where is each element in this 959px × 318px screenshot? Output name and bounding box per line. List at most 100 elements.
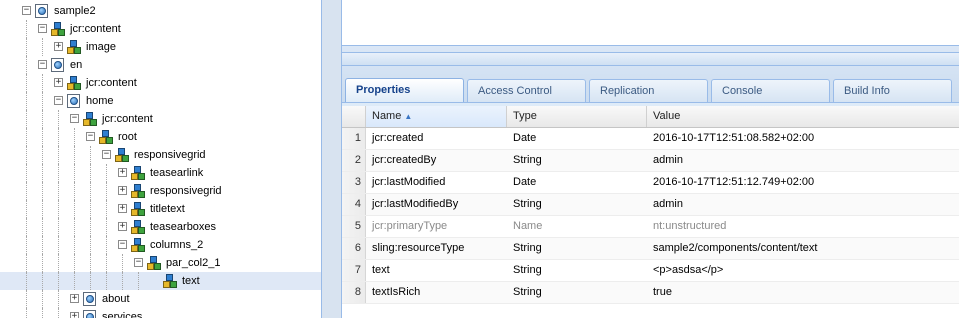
tree-node-row[interactable]: + teasearlink: [0, 164, 321, 182]
tree-node-row[interactable]: + jcr:content: [0, 74, 321, 92]
cell-value[interactable]: <p>asdsa</p>: [647, 260, 959, 281]
cell-name[interactable]: jcr:primaryType: [366, 216, 507, 237]
tree-node-label[interactable]: par_col2_1: [166, 257, 220, 269]
tree-node-label[interactable]: text: [182, 275, 200, 287]
table-row[interactable]: 7 text String <p>asdsa</p>: [342, 260, 959, 282]
cell-name[interactable]: jcr:createdBy: [366, 150, 507, 171]
cell-type[interactable]: String: [507, 260, 647, 281]
collapse-toggle-icon[interactable]: −: [22, 6, 31, 15]
collapse-toggle-icon[interactable]: −: [134, 258, 143, 267]
collapse-toggle-icon[interactable]: −: [54, 96, 63, 105]
tree-guide-line: [58, 164, 60, 182]
tree-node-label[interactable]: responsivegrid: [134, 149, 206, 161]
tree-node-label[interactable]: jcr:content: [86, 77, 137, 89]
tree-node-label[interactable]: jcr:content: [102, 113, 153, 125]
table-row[interactable]: 4 jcr:lastModifiedBy String admin: [342, 194, 959, 216]
table-row[interactable]: 6 sling:resourceType String sample2/compone…: [342, 238, 959, 260]
expand-toggle-icon[interactable]: +: [70, 312, 79, 318]
tree-node-row[interactable]: − par_col2_1: [0, 254, 321, 272]
cell-value[interactable]: true: [647, 282, 959, 303]
tab-replication[interactable]: Replication: [589, 79, 708, 102]
cell-value[interactable]: admin: [647, 150, 959, 171]
tree-node-label[interactable]: image: [86, 41, 116, 53]
tree-node-label[interactable]: titletext: [150, 203, 185, 215]
cell-name[interactable]: textIsRich: [366, 282, 507, 303]
tree-guide-line: [26, 236, 28, 254]
cell-name[interactable]: jcr:lastModified: [366, 172, 507, 193]
collapse-toggle-icon[interactable]: −: [70, 114, 79, 123]
tree-node-row[interactable]: − sample2: [0, 2, 321, 20]
tab-console[interactable]: Console: [711, 79, 830, 102]
tree-node-label[interactable]: teasearlink: [150, 167, 203, 179]
tree-node-row[interactable]: + image: [0, 38, 321, 56]
cell-name[interactable]: text: [366, 260, 507, 281]
expand-toggle-icon[interactable]: +: [54, 78, 63, 87]
tree-guide-line: [42, 110, 44, 128]
collapse-toggle-icon[interactable]: −: [102, 150, 111, 159]
table-row[interactable]: 3 jcr:lastModified Date 2016-10-17T12:51:12…: [342, 172, 959, 194]
tree-node-row[interactable]: + teasearboxes: [0, 218, 321, 236]
cell-name[interactable]: jcr:lastModifiedBy: [366, 194, 507, 215]
expand-toggle-icon[interactable]: +: [118, 204, 127, 213]
column-header-type[interactable]: Type: [507, 106, 647, 127]
collapse-toggle-icon[interactable]: −: [38, 60, 47, 69]
tab-build-info[interactable]: Build Info: [833, 79, 952, 102]
tree-node-label[interactable]: responsivegrid: [150, 185, 222, 197]
tree-node-label[interactable]: about: [102, 293, 130, 305]
tree-node-label[interactable]: jcr:content: [70, 23, 121, 35]
tree-node-row[interactable]: text: [0, 272, 321, 290]
expand-toggle-icon[interactable]: +: [118, 222, 127, 231]
tree-node-label[interactable]: en: [70, 59, 82, 71]
tree-node-row[interactable]: − home: [0, 92, 321, 110]
table-row[interactable]: 1 jcr:created Date 2016-10-17T12:51:08.582+…: [342, 128, 959, 150]
tree-node-row[interactable]: − responsivegrid: [0, 146, 321, 164]
cell-type[interactable]: String: [507, 194, 647, 215]
tree-node-label[interactable]: teasearboxes: [150, 221, 216, 233]
page-icon: [34, 3, 50, 19]
tree-node-row[interactable]: + about: [0, 290, 321, 308]
cell-type[interactable]: Date: [507, 128, 647, 149]
expand-toggle-icon[interactable]: +: [54, 42, 63, 51]
panel-splitter[interactable]: [321, 0, 342, 318]
tree-node-row[interactable]: − jcr:content: [0, 110, 321, 128]
tree-node-row[interactable]: − en: [0, 56, 321, 74]
tree-guide-line: [26, 290, 28, 308]
tree-node-row[interactable]: − root: [0, 128, 321, 146]
tree-node-row[interactable]: + titletext: [0, 200, 321, 218]
tab-access-control[interactable]: Access Control: [467, 79, 586, 102]
tree-node-label[interactable]: sample2: [54, 5, 96, 17]
table-row[interactable]: 5 jcr:primaryType Name nt:unstructured: [342, 216, 959, 238]
tree-guide-line: [58, 236, 60, 254]
table-row[interactable]: 2 jcr:createdBy String admin: [342, 150, 959, 172]
tree-node-row[interactable]: + services: [0, 308, 321, 318]
expand-toggle-icon[interactable]: +: [70, 294, 79, 303]
cell-value[interactable]: 2016-10-17T12:51:08.582+02:00: [647, 128, 959, 149]
cell-type[interactable]: Date: [507, 172, 647, 193]
tree-node-row[interactable]: + responsivegrid: [0, 182, 321, 200]
cell-value[interactable]: sample2/components/content/text: [647, 238, 959, 259]
cell-value[interactable]: admin: [647, 194, 959, 215]
table-row[interactable]: 8 textIsRich String true: [342, 282, 959, 304]
tree-node-row[interactable]: − columns_2: [0, 236, 321, 254]
cell-value[interactable]: 2016-10-17T12:51:12.749+02:00: [647, 172, 959, 193]
cell-type[interactable]: String: [507, 282, 647, 303]
cell-type[interactable]: String: [507, 150, 647, 171]
cell-type[interactable]: String: [507, 238, 647, 259]
tree-node-label[interactable]: services: [102, 311, 142, 318]
collapse-toggle-icon[interactable]: −: [38, 24, 47, 33]
tree-node-label[interactable]: columns_2: [150, 239, 203, 251]
column-header-name[interactable]: Name ▲: [366, 106, 507, 127]
tree-node-label[interactable]: root: [118, 131, 137, 143]
column-header-value[interactable]: Value: [647, 106, 959, 127]
expand-toggle-icon[interactable]: +: [118, 186, 127, 195]
tree-node-row[interactable]: − jcr:content: [0, 20, 321, 38]
cell-type[interactable]: Name: [507, 216, 647, 237]
collapse-toggle-icon[interactable]: −: [118, 240, 127, 249]
cell-name[interactable]: jcr:created: [366, 128, 507, 149]
tree-node-label[interactable]: home: [86, 95, 114, 107]
cell-name[interactable]: sling:resourceType: [366, 238, 507, 259]
collapse-toggle-icon[interactable]: −: [86, 132, 95, 141]
cell-value[interactable]: nt:unstructured: [647, 216, 959, 237]
tab-properties[interactable]: Properties: [345, 78, 464, 103]
expand-toggle-icon[interactable]: +: [118, 168, 127, 177]
